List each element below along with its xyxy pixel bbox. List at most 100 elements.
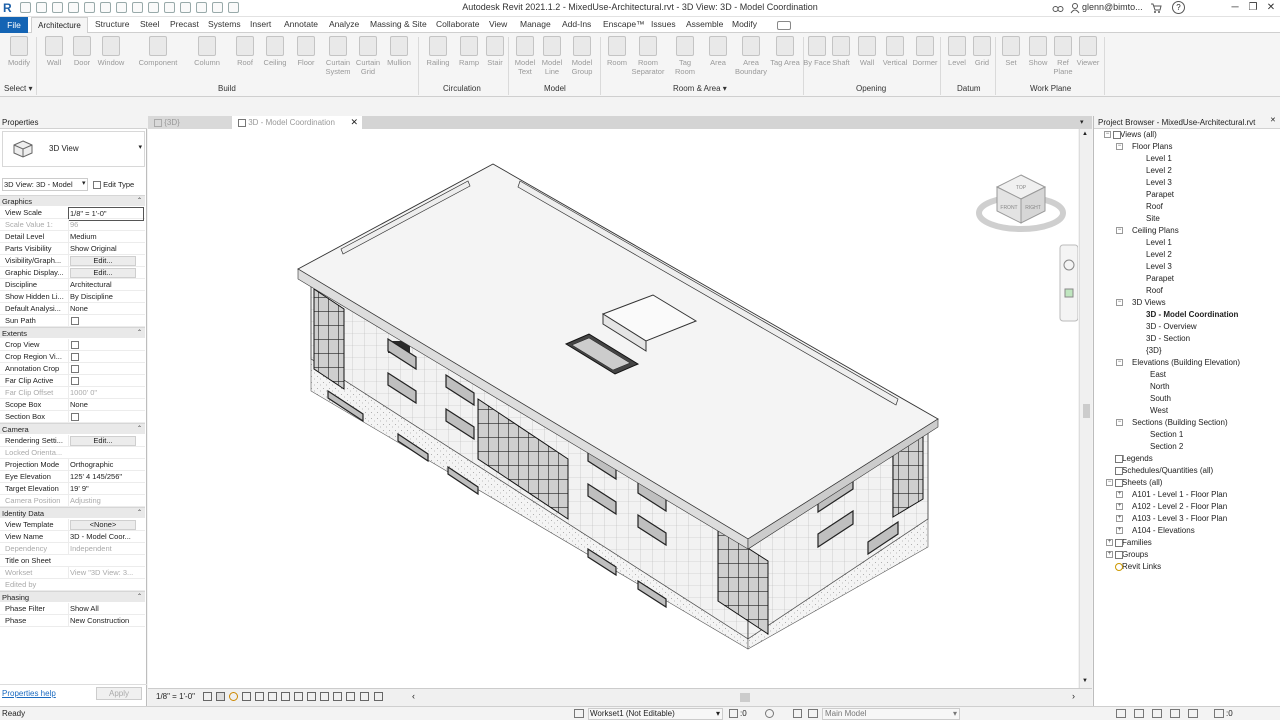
collapse-icon[interactable]: − (1116, 359, 1123, 366)
scroll-thumb[interactable] (1083, 404, 1090, 418)
browser-item-3d-view[interactable]: 3D - Section (1146, 333, 1190, 345)
collapse-icon[interactable]: ⌃ (137, 328, 142, 339)
expand-icon[interactable]: + (1116, 491, 1123, 498)
property-edit-button[interactable]: Edit... (70, 268, 136, 278)
property-value[interactable]: By Discipline (68, 291, 144, 303)
tab-analyze[interactable]: Analyze (329, 19, 359, 29)
tab-structure[interactable]: Structure (95, 19, 130, 29)
property-value[interactable]: Edit... (68, 255, 144, 266)
browser-node-sections[interactable]: Sections (Building Section) (1132, 417, 1228, 429)
browser-item-ceiling-plan[interactable]: Roof (1146, 285, 1163, 297)
analytical-model-icon[interactable] (333, 692, 342, 701)
scroll-up-icon[interactable]: ▲ (1082, 131, 1088, 137)
detail-level-icon[interactable] (203, 692, 212, 701)
group-header[interactable]: Camera ⌃ (0, 423, 145, 434)
tab-manage[interactable]: Manage (520, 19, 551, 29)
modify-button[interactable]: Modify (4, 36, 34, 67)
crop-view-icon[interactable] (268, 692, 277, 701)
browser-node-schedules[interactable]: Schedules/Quantities (all) (1122, 465, 1213, 477)
viewcube[interactable]: TOP FRONT RIGHT (976, 174, 1066, 232)
browser-item-3d-view[interactable]: {3D} (1146, 345, 1162, 357)
expand-icon[interactable]: + (1106, 551, 1113, 558)
property-value[interactable]: None (68, 399, 144, 411)
tab-steel[interactable]: Steel (140, 19, 159, 29)
property-checkbox[interactable] (71, 353, 79, 361)
building-3d-model[interactable]: TOP FRONT RIGHT (148, 129, 1079, 688)
browser-node-legends[interactable]: Legends (1122, 453, 1153, 465)
roof-button[interactable]: Roof (230, 36, 260, 67)
expand-icon[interactable]: + (1116, 515, 1123, 522)
browser-node-views[interactable]: Views (all) (1120, 129, 1157, 141)
wall-button[interactable]: Wall (39, 36, 69, 67)
wall-opening-button[interactable]: Wall (852, 36, 882, 67)
tab-insert[interactable]: Insert (250, 19, 271, 29)
close-icon[interactable]: ✕ (1270, 116, 1276, 124)
properties-help-link[interactable]: Properties help (2, 689, 56, 698)
group-header[interactable]: Phasing ⌃ (0, 591, 145, 602)
browser-item-section[interactable]: Section 1 (1150, 429, 1183, 441)
apply-button[interactable]: Apply (96, 687, 142, 700)
user-icon[interactable] (1070, 2, 1080, 14)
view-tab-3d[interactable]: {3D} (148, 116, 232, 129)
instance-filter-select[interactable]: 3D View: 3D - Model (2, 178, 88, 191)
curtain-system-button[interactable]: Curtain System (323, 36, 353, 76)
group-header[interactable]: Graphics ⌃ (0, 195, 145, 206)
worksets-icon[interactable] (574, 709, 584, 718)
tab-precast[interactable]: Precast (170, 19, 199, 29)
tab-annotate[interactable]: Annotate (284, 19, 318, 29)
set-button[interactable]: Set (996, 36, 1026, 67)
component-button[interactable]: Component (136, 36, 180, 67)
property-value[interactable]: None (68, 303, 144, 315)
maximize-button[interactable]: ❐ (1244, 1, 1262, 15)
close-button[interactable]: ✕ (1262, 1, 1280, 15)
model-group-button[interactable]: Model Group (567, 36, 597, 76)
property-value[interactable]: Orthographic (68, 459, 144, 471)
tab-modify[interactable]: Modify (732, 19, 757, 29)
highlight-displacement-icon[interactable] (346, 692, 355, 701)
browser-item-sheet[interactable]: A104 - Elevations (1132, 525, 1195, 537)
expand-icon[interactable]: + (1116, 527, 1123, 534)
browser-item-ceiling-plan[interactable]: Level 1 (1146, 237, 1172, 249)
railing-button[interactable]: Railing (423, 36, 453, 67)
property-edit-button[interactable]: <None> (70, 520, 136, 530)
room-button[interactable]: Room (602, 36, 632, 67)
model-text-button[interactable]: Model Text (510, 36, 540, 76)
property-value[interactable]: <None> (68, 519, 144, 530)
panel-room-area[interactable]: Room & Area ▾ (673, 84, 727, 93)
dormer-button[interactable]: Dormer (910, 36, 940, 67)
tabs-menu-icon[interactable]: ▾ (1080, 118, 1084, 126)
collapse-icon[interactable]: − (1116, 227, 1123, 234)
visual-style-icon[interactable] (216, 692, 225, 701)
stair-button[interactable]: Stair (480, 36, 510, 67)
tab-view[interactable]: View (489, 19, 507, 29)
browser-item-floor-plan[interactable]: Level 1 (1146, 153, 1172, 165)
expand-icon[interactable]: + (1116, 503, 1123, 510)
scroll-down-icon[interactable]: ▼ (1082, 678, 1088, 684)
tag-room-button[interactable]: Tag Room (670, 36, 700, 76)
column-button[interactable]: Column (192, 36, 222, 67)
property-value[interactable]: New Construction (68, 615, 144, 627)
tab-architecture[interactable]: Architecture (31, 17, 88, 34)
browser-item-ceiling-plan[interactable]: Parapet (1146, 273, 1174, 285)
property-value[interactable]: 19' 9" (68, 483, 144, 495)
property-checkbox[interactable] (71, 377, 79, 385)
browser-node-groups[interactable]: Groups (1122, 549, 1148, 561)
design-options-icon[interactable] (765, 709, 774, 718)
tab-collaborate[interactable]: Collaborate (436, 19, 479, 29)
tag-area-button[interactable]: Tag Area (770, 36, 800, 67)
collapse-icon[interactable]: ⌃ (137, 592, 142, 603)
browser-node-ceiling-plans[interactable]: Ceiling Plans (1132, 225, 1179, 237)
collapse-icon[interactable]: ⌃ (137, 508, 142, 519)
browser-item-elevation[interactable]: West (1150, 405, 1168, 417)
browser-item-3d-view[interactable]: 3D - Overview (1146, 321, 1197, 333)
curtain-grid-button[interactable]: Curtain Grid (353, 36, 383, 76)
ribbon-toggle-icon[interactable] (777, 21, 791, 30)
area-boundary-button[interactable]: Area Boundary (733, 36, 769, 76)
group-header[interactable]: Extents ⌃ (0, 327, 145, 338)
tab-assemble[interactable]: Assemble (686, 19, 723, 29)
room-separator-button[interactable]: Room Separator (630, 36, 666, 76)
property-checkbox[interactable] (71, 365, 79, 373)
property-edit-button[interactable]: Edit... (70, 256, 136, 266)
tab-massing-site[interactable]: Massing & Site (370, 19, 427, 29)
browser-item-floor-plan[interactable]: Parapet (1146, 189, 1174, 201)
